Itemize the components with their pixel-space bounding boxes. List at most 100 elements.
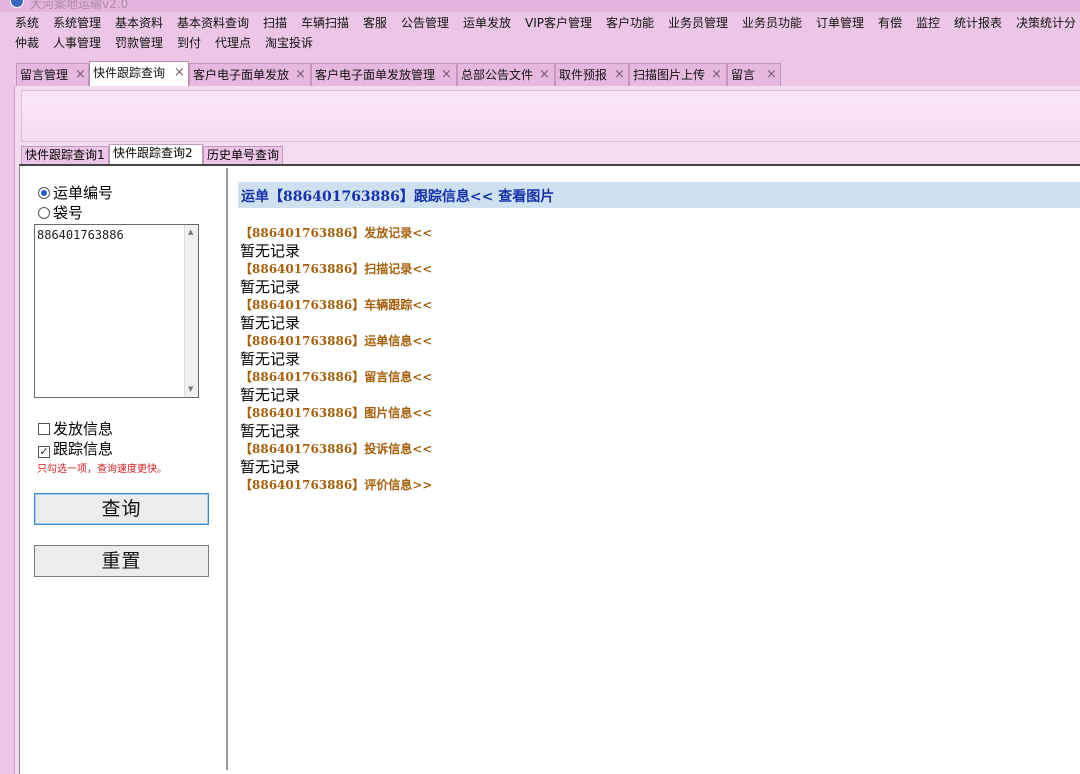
main-frame: 快件跟踪查询1 快件跟踪查询2 历史单号查询 运单编号 袋号 886401763… [14, 86, 1080, 774]
scroll-up-icon[interactable]: ▲ [188, 228, 193, 236]
toolbar-band [21, 90, 1080, 142]
section-waybill-body: 暂无记录 [240, 350, 301, 368]
section-dispatch-body: 暂无记录 [240, 242, 301, 260]
menu-item-customer-function[interactable]: 客户功能 [606, 14, 654, 32]
section-image-info[interactable]: 【886401763886】图片信息<< [240, 404, 432, 421]
outer-tab-bar: 留言管理 × 快件跟踪查询 × 客户电子面单发放 × 客户电子面单发放管理 × … [16, 61, 1080, 88]
section-complaint-info[interactable]: 【886401763886】投诉信息<< [240, 440, 432, 457]
checkbox-dispatch-info[interactable]: 发放信息 [38, 420, 113, 438]
tracking-header-title: 运单【886401763886】跟踪信息<< 查看图片 [241, 186, 554, 206]
menu-item-vip-manage[interactable]: VIP客户管理 [525, 14, 592, 32]
tab-label: 快件跟踪查询 [93, 66, 166, 80]
section-review-info[interactable]: 【886401763886】评价信息>> [240, 476, 432, 493]
section-scan-record[interactable]: 【886401763886】扫描记录<< [240, 260, 432, 277]
scroll-down-icon[interactable]: ▼ [188, 385, 193, 393]
menu-item-order-manage[interactable]: 订单管理 [816, 14, 864, 32]
close-icon[interactable]: × [174, 62, 185, 84]
checkbox-tracking-label: 跟踪信息 [53, 440, 114, 458]
tab-label: 取件预报 [559, 68, 608, 82]
radio-bag-number[interactable]: 袋号 [38, 204, 83, 222]
reset-button[interactable]: 重置 [34, 545, 209, 577]
textarea-value: 886401763886 [37, 228, 124, 242]
menu-item-agent-point[interactable]: 代理点 [215, 34, 251, 52]
title-bar: 大河案地运输v2.0 [0, 0, 1080, 12]
waybill-number-textarea[interactable]: 886401763886 ▲ ▼ [34, 224, 199, 398]
tab-label: 客户电子面单发放管理 [315, 68, 436, 82]
tab-tracking-query-2[interactable]: 快件跟踪查询2 [109, 144, 203, 165]
menu-item-basic-data[interactable]: 基本资料 [115, 14, 163, 32]
tab-label: 总部公告文件 [461, 68, 534, 82]
menu-item-customer-service[interactable]: 客服 [363, 14, 387, 32]
menu-item-system-manage[interactable]: 系统管理 [53, 14, 101, 32]
section-message-info[interactable]: 【886401763886】留言信息<< [240, 368, 432, 385]
tab-tracking-query-1[interactable]: 快件跟踪查询1 [21, 146, 109, 165]
section-dispatch-record[interactable]: 【886401763886】发放记录<< [240, 224, 432, 241]
tab-e-waybill-dispatch[interactable]: 客户电子面单发放 × [189, 63, 311, 87]
checkbox-checked-icon[interactable]: ✓ [38, 446, 50, 458]
menu-item-scan[interactable]: 扫描 [263, 14, 287, 32]
query-button[interactable]: 查询 [34, 493, 209, 525]
section-vehicle-body: 暂无记录 [240, 314, 301, 332]
menu-item-arbitration[interactable]: 仲裁 [15, 34, 39, 52]
tab-scan-image-upload[interactable]: 扫描图片上传 × [629, 63, 727, 87]
tab-message[interactable]: 留言 × [727, 63, 781, 87]
results-panel: 运单【886401763886】跟踪信息<< 查看图片 【88640176388… [230, 168, 1080, 770]
checkbox-tracking-info[interactable]: ✓ 跟踪信息 [38, 440, 113, 458]
close-icon[interactable]: × [75, 64, 86, 86]
menu-item-notice-manage[interactable]: 公告管理 [401, 14, 449, 32]
section-complaint-body: 暂无记录 [240, 458, 301, 476]
close-icon[interactable]: × [711, 64, 722, 86]
radio-unselected-icon[interactable] [38, 207, 50, 219]
menu-item-decision-stats[interactable]: 决策统计分 [1016, 14, 1076, 32]
section-message-body: 暂无记录 [240, 386, 301, 404]
close-icon[interactable]: × [539, 64, 550, 86]
view-image-link[interactable]: 查看图片 [498, 189, 554, 205]
content-area: 运单编号 袋号 886401763886 ▲ ▼ 发放信息 ✓ 跟踪信息 只勾选一… [19, 164, 1080, 774]
tab-express-tracking[interactable]: 快件跟踪查询 × [89, 61, 189, 88]
window-title: 大河案地运输v2.0 [30, 0, 129, 11]
radio-selected-icon[interactable] [38, 187, 50, 199]
section-image-body: 暂无记录 [240, 422, 301, 440]
tab-label: 留言管理 [20, 68, 69, 82]
menu-item-salesman-function[interactable]: 业务员功能 [742, 14, 802, 32]
tab-message-manage[interactable]: 留言管理 × [16, 63, 89, 87]
tab-pickup-forecast[interactable]: 取件预报 × [555, 63, 629, 87]
tab-e-waybill-dispatch-manage[interactable]: 客户电子面单发放管理 × [311, 63, 457, 87]
tracking-header-text: 运单【886401763886】跟踪信息<< [241, 189, 499, 205]
radio-waybill-label: 运单编号 [53, 184, 114, 202]
checkbox-dispatch-label: 发放信息 [53, 420, 114, 438]
checkbox-unchecked-icon[interactable] [38, 423, 50, 435]
menu-item-statistics[interactable]: 统计报表 [954, 14, 1002, 32]
menu-bar: 系统 系统管理 基本资料 基本资料查询 扫描 车辆扫描 客服 公告管理 运单发放… [0, 12, 1080, 56]
close-icon[interactable]: × [614, 64, 625, 86]
section-scan-body: 暂无记录 [240, 278, 301, 296]
inner-tab-bar: 快件跟踪查询1 快件跟踪查询2 历史单号查询 [21, 144, 1080, 165]
menu-item-waybill-dispatch[interactable]: 运单发放 [463, 14, 511, 32]
speed-hint-text: 只勾选一项，查询速度更快。 [37, 464, 167, 475]
menu-item-hr-manage[interactable]: 人事管理 [53, 34, 101, 52]
menu-item-cod[interactable]: 到付 [177, 34, 201, 52]
section-waybill-info[interactable]: 【886401763886】运单信息<< [240, 332, 432, 349]
tracking-header: 运单【886401763886】跟踪信息<< 查看图片 [238, 182, 1080, 208]
tab-label: 留言 [731, 68, 756, 82]
menu-item-paid[interactable]: 有偿 [878, 14, 902, 32]
menu-item-fine-manage[interactable]: 罚款管理 [115, 34, 163, 52]
menu-item-vehicle-scan[interactable]: 车辆扫描 [301, 14, 349, 32]
tab-history-number-query[interactable]: 历史单号查询 [203, 146, 283, 165]
radio-waybill-number[interactable]: 运单编号 [38, 184, 113, 202]
app-icon [10, 0, 24, 8]
menu-item-salesman-manage[interactable]: 业务员管理 [668, 14, 728, 32]
close-icon[interactable]: × [441, 64, 452, 86]
textarea-scrollbar[interactable]: ▲ ▼ [184, 225, 198, 397]
menu-item-basic-data-query[interactable]: 基本资料查询 [177, 14, 249, 32]
menu-item-monitor[interactable]: 监控 [916, 14, 940, 32]
close-icon[interactable]: × [295, 64, 306, 86]
section-vehicle-tracking[interactable]: 【886401763886】车辆跟踪<< [240, 296, 432, 313]
query-panel: 运单编号 袋号 886401763886 ▲ ▼ 发放信息 ✓ 跟踪信息 只勾选一… [24, 168, 228, 770]
menu-item-system[interactable]: 系统 [15, 14, 39, 32]
radio-bag-label: 袋号 [53, 204, 84, 222]
tab-hq-notice-files[interactable]: 总部公告文件 × [457, 63, 555, 87]
menu-item-taobao-complaint[interactable]: 淘宝投诉 [265, 34, 313, 52]
tab-label: 客户电子面单发放 [193, 68, 290, 82]
close-icon[interactable]: × [766, 64, 777, 86]
